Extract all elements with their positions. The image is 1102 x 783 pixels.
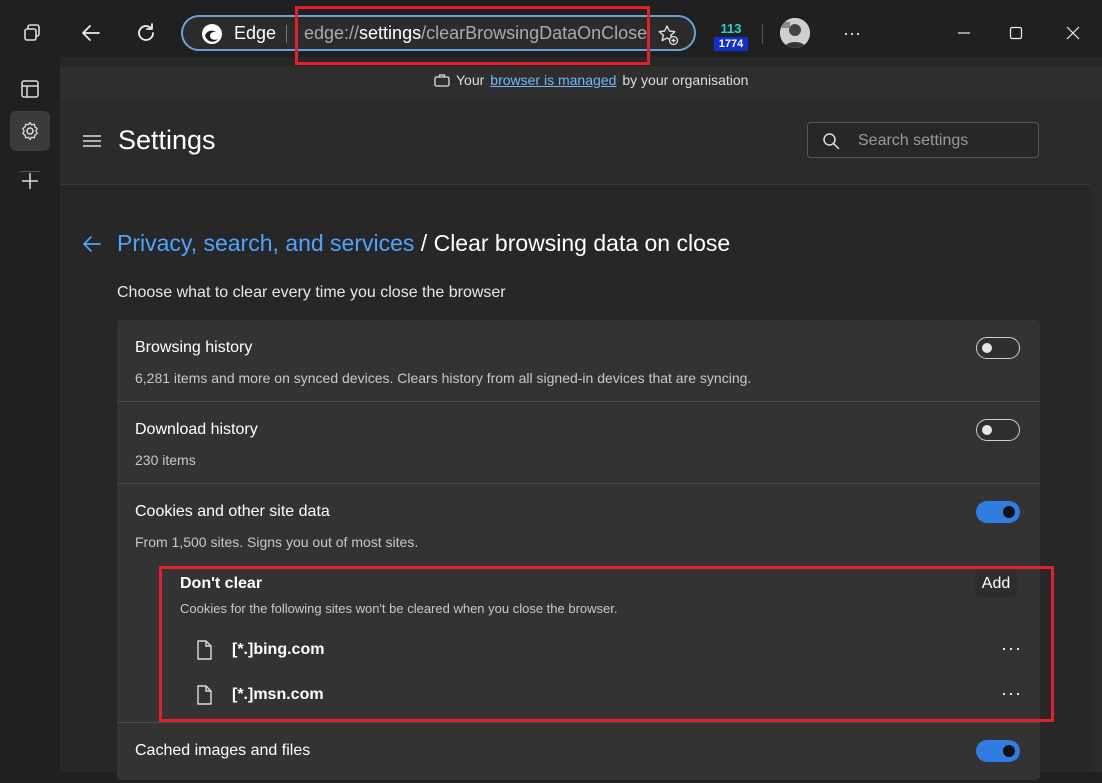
- breadcrumb-current: Clear browsing data on close: [433, 230, 731, 256]
- extension-count-top: 113: [720, 21, 742, 36]
- more-menu-button[interactable]: ···: [837, 18, 867, 48]
- address-divider: [286, 25, 287, 43]
- search-icon: [822, 132, 840, 150]
- url-highlight-box: [295, 6, 650, 65]
- option-row-download-history: Download history 230 items: [117, 402, 1040, 484]
- browsing-history-toggle[interactable]: [976, 337, 1020, 359]
- managed-link[interactable]: browser is managed: [490, 72, 616, 88]
- extension-count-bottom: 1774: [714, 37, 748, 51]
- add-favorite-icon[interactable]: [657, 24, 679, 46]
- managed-banner: Your browser is managed by your organisa…: [60, 66, 1102, 100]
- workspaces-icon[interactable]: [18, 18, 48, 48]
- vertical-tabs-pane: [0, 66, 60, 772]
- back-icon[interactable]: [76, 18, 106, 48]
- cached-images-toggle[interactable]: [976, 740, 1020, 762]
- toolbar-divider: [762, 24, 763, 44]
- option-title: Download history: [135, 421, 258, 438]
- gear-icon: [20, 121, 40, 141]
- breadcrumb: Privacy, search, and services / Clear br…: [117, 230, 730, 257]
- more-icon: ···: [843, 22, 861, 43]
- maximize-window-icon[interactable]: [1001, 18, 1031, 48]
- option-subtitle: 230 items: [135, 452, 196, 468]
- profile-avatar[interactable]: [780, 18, 810, 48]
- breadcrumb-separator: /: [414, 230, 434, 256]
- minimize-window-icon[interactable]: [949, 18, 979, 48]
- managed-prefix: Your: [456, 72, 485, 88]
- section-description: Choose what to clear every time you clos…: [117, 284, 506, 301]
- close-window-icon[interactable]: [1058, 18, 1088, 48]
- extension-counter-badge[interactable]: 113 1774: [714, 22, 748, 52]
- tab-actions-icon[interactable]: [15, 74, 45, 104]
- page-title: Settings: [118, 125, 216, 155]
- option-row-cached-images: Cached images and files: [117, 723, 1040, 783]
- edge-logo-icon: [201, 23, 223, 45]
- option-subtitle: 6,281 items and more on synced devices. …: [135, 370, 752, 386]
- option-title: Cached images and files: [135, 742, 311, 759]
- search-placeholder: Search settings: [858, 132, 969, 149]
- address-brand-label: Edge: [234, 23, 277, 43]
- managed-suffix: by your organisation: [622, 72, 749, 88]
- refresh-icon[interactable]: [131, 18, 161, 48]
- back-arrow-icon[interactable]: [81, 233, 103, 255]
- search-settings-input[interactable]: Search settings: [807, 122, 1039, 158]
- page-scrollbar[interactable]: [1090, 184, 1102, 772]
- option-title: Cookies and other site data: [135, 503, 330, 520]
- hamburger-menu-icon[interactable]: [82, 133, 102, 149]
- option-subtitle: From 1,500 sites. Signs you out of most …: [135, 534, 419, 550]
- settings-tab[interactable]: [10, 111, 50, 151]
- download-history-toggle[interactable]: [976, 419, 1020, 441]
- option-title: Browsing history: [135, 339, 253, 356]
- new-tab-icon[interactable]: [15, 166, 45, 196]
- dont-clear-highlight-box: [159, 566, 1054, 722]
- option-row-browsing-history: Browsing history 6,281 items and more on…: [117, 320, 1040, 402]
- breadcrumb-parent-link[interactable]: Privacy, search, and services: [117, 230, 414, 256]
- settings-header: Settings Search settings: [60, 100, 1102, 185]
- briefcase-icon: [434, 73, 450, 87]
- cookies-toggle[interactable]: [976, 501, 1020, 523]
